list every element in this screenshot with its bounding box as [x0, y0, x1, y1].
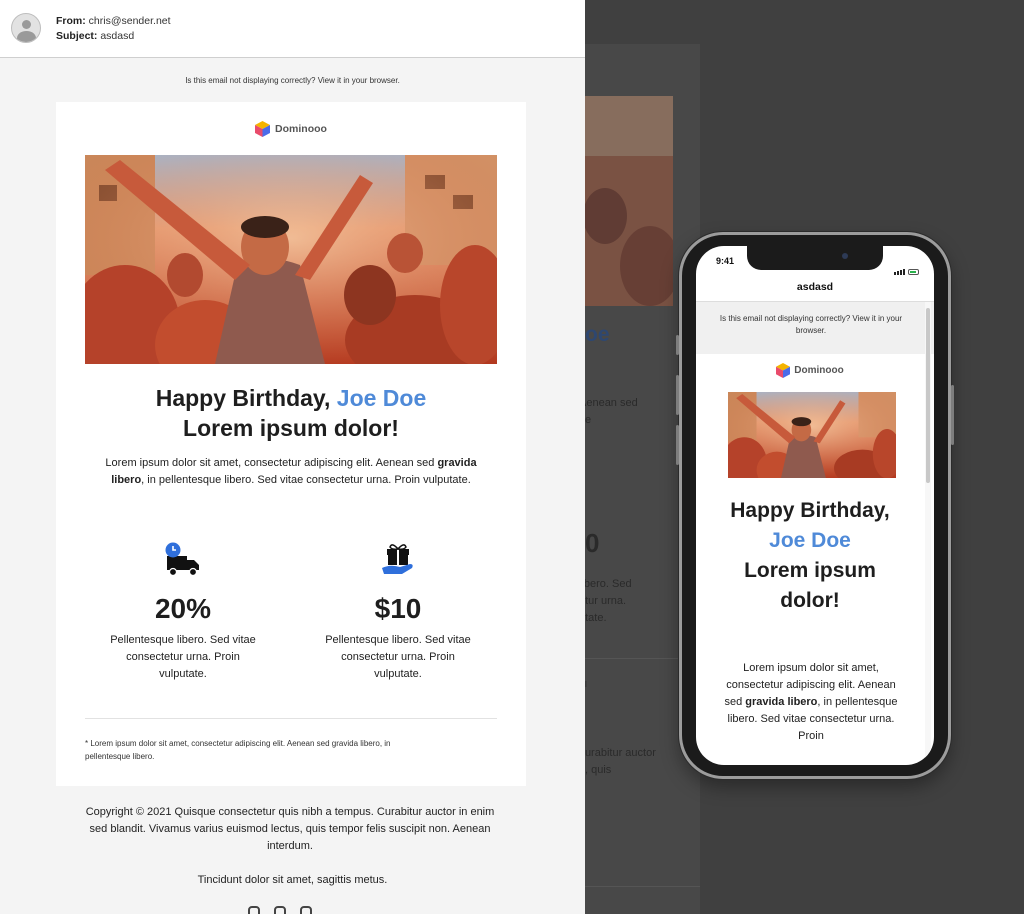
- email-heading: Happy Birthday, Joe Doe Lorem ipsum dolo…: [56, 383, 526, 443]
- phone-hero-image: [728, 392, 896, 478]
- gift-in-hand-icon: [382, 544, 413, 574]
- phone-side-button: [951, 385, 954, 445]
- phone-side-button: [676, 425, 679, 465]
- twitter-icon[interactable]: [300, 906, 312, 914]
- intro-bold-text: gravida libero: [745, 696, 818, 708]
- ghost-text: Aenean sed: [585, 397, 638, 409]
- phone-brand-name: Dominooo: [794, 365, 844, 377]
- feature-value: $10: [374, 593, 422, 624]
- phone-side-button: [676, 375, 679, 415]
- email-meta: From: chris@sender.net Subject: asdasd: [56, 14, 171, 44]
- ghost-text: 0: [585, 528, 600, 558]
- phone-view-in-browser-link[interactable]: Is this email not displaying correctly? …: [706, 313, 916, 337]
- instagram-icon[interactable]: [248, 906, 260, 914]
- phone-scrollbar[interactable]: [926, 308, 930, 483]
- ghost-hero-image: [585, 96, 673, 306]
- heading-line2: Lorem ipsum dolor!: [744, 559, 876, 612]
- phone-intro-paragraph: Lorem ipsum dolor sit amet, consectetur …: [716, 660, 906, 745]
- status-time: 9:41: [716, 256, 735, 266]
- delivery-truck-clock-icon: [165, 542, 199, 577]
- heading-line2: Lorem ipsum dolor!: [183, 415, 399, 441]
- phone-frame: 9:41 asdasd Is this email not displaying…: [676, 232, 954, 779]
- status-icons: [894, 257, 920, 275]
- ghost-text: libero. Sed: [585, 578, 632, 590]
- ghost-text: , quis: [585, 764, 612, 776]
- feature-text: Pellentesque libero. Sed vitae consectet…: [110, 634, 256, 680]
- copyright-text: Copyright © 2021 Quisque consectetur qui…: [85, 806, 495, 852]
- heading-name: Joe Doe: [336, 385, 427, 411]
- divider: [85, 718, 497, 719]
- heading-name: Joe Doe: [769, 529, 851, 552]
- cube-logo-icon: [776, 363, 791, 378]
- brand-logo: Dominooo: [56, 121, 526, 137]
- intro-text-end: , in pellentesque libero. Sed vitae cons…: [141, 474, 471, 486]
- phone-screen: 9:41 asdasd Is this email not displaying…: [696, 246, 934, 765]
- ghost-text: e: [585, 414, 592, 426]
- phone-notch: [747, 246, 883, 270]
- intro-paragraph: Lorem ipsum dolor sit amet, consectetur …: [96, 455, 486, 489]
- phone-side-button: [676, 335, 679, 355]
- ghost-divider: [585, 886, 700, 887]
- ghost-text: Curabitur auctor: [585, 747, 656, 759]
- phone-heading: Happy Birthday, Joe Doe Lorem ipsum dolo…: [716, 496, 904, 616]
- email-header: From: chris@sender.net Subject: asdasd: [0, 0, 585, 58]
- feature-value: 20%: [154, 593, 212, 624]
- footnote: * Lorem ipsum dolor sit amet, consectetu…: [85, 739, 391, 761]
- social-links: [248, 905, 338, 914]
- subject-label: Subject:: [56, 30, 98, 42]
- brand-name: Dominooo: [275, 122, 327, 135]
- tincidunt-text: Tincidunt dolor sit amet, sagittis metus…: [197, 874, 388, 886]
- ghost-text: oe: [585, 323, 610, 346]
- feature-gift: $10 Pellentesque libero. Sed vitae conse…: [323, 542, 473, 683]
- hero-image: [85, 155, 497, 364]
- feature-discount: 20% Pellentesque libero. Sed vitae conse…: [108, 542, 258, 683]
- view-in-browser-link[interactable]: Is this email not displaying correctly? …: [0, 76, 585, 85]
- intro-text: Lorem ipsum dolor sit amet, consectetur …: [105, 457, 438, 469]
- heading-prefix: Happy Birthday,: [155, 385, 337, 411]
- battery-icon: [908, 269, 919, 275]
- facebook-icon[interactable]: [274, 906, 286, 914]
- from-label: From:: [56, 15, 86, 27]
- cube-logo-icon: [255, 121, 271, 137]
- ghost-text: etur urna.: [585, 595, 627, 607]
- from-value: chris@sender.net: [88, 15, 171, 27]
- phone-brand-logo: Dominooo: [696, 363, 924, 378]
- ghost-text: l: [585, 680, 587, 689]
- phone-subject: asdasd: [796, 281, 834, 293]
- email-preview-panel: From: chris@sender.net Subject: asdasd I…: [0, 0, 585, 914]
- feature-text: Pellentesque libero. Sed vitae consectet…: [325, 634, 471, 680]
- heading-prefix: Happy Birthday,: [730, 499, 890, 522]
- ghost-text: utate.: [585, 612, 607, 624]
- subject-value: asdasd: [100, 30, 135, 42]
- avatar: [11, 13, 41, 43]
- email-card: Dominooo Happy Birthday, Joe Doe Lorem i…: [56, 102, 526, 786]
